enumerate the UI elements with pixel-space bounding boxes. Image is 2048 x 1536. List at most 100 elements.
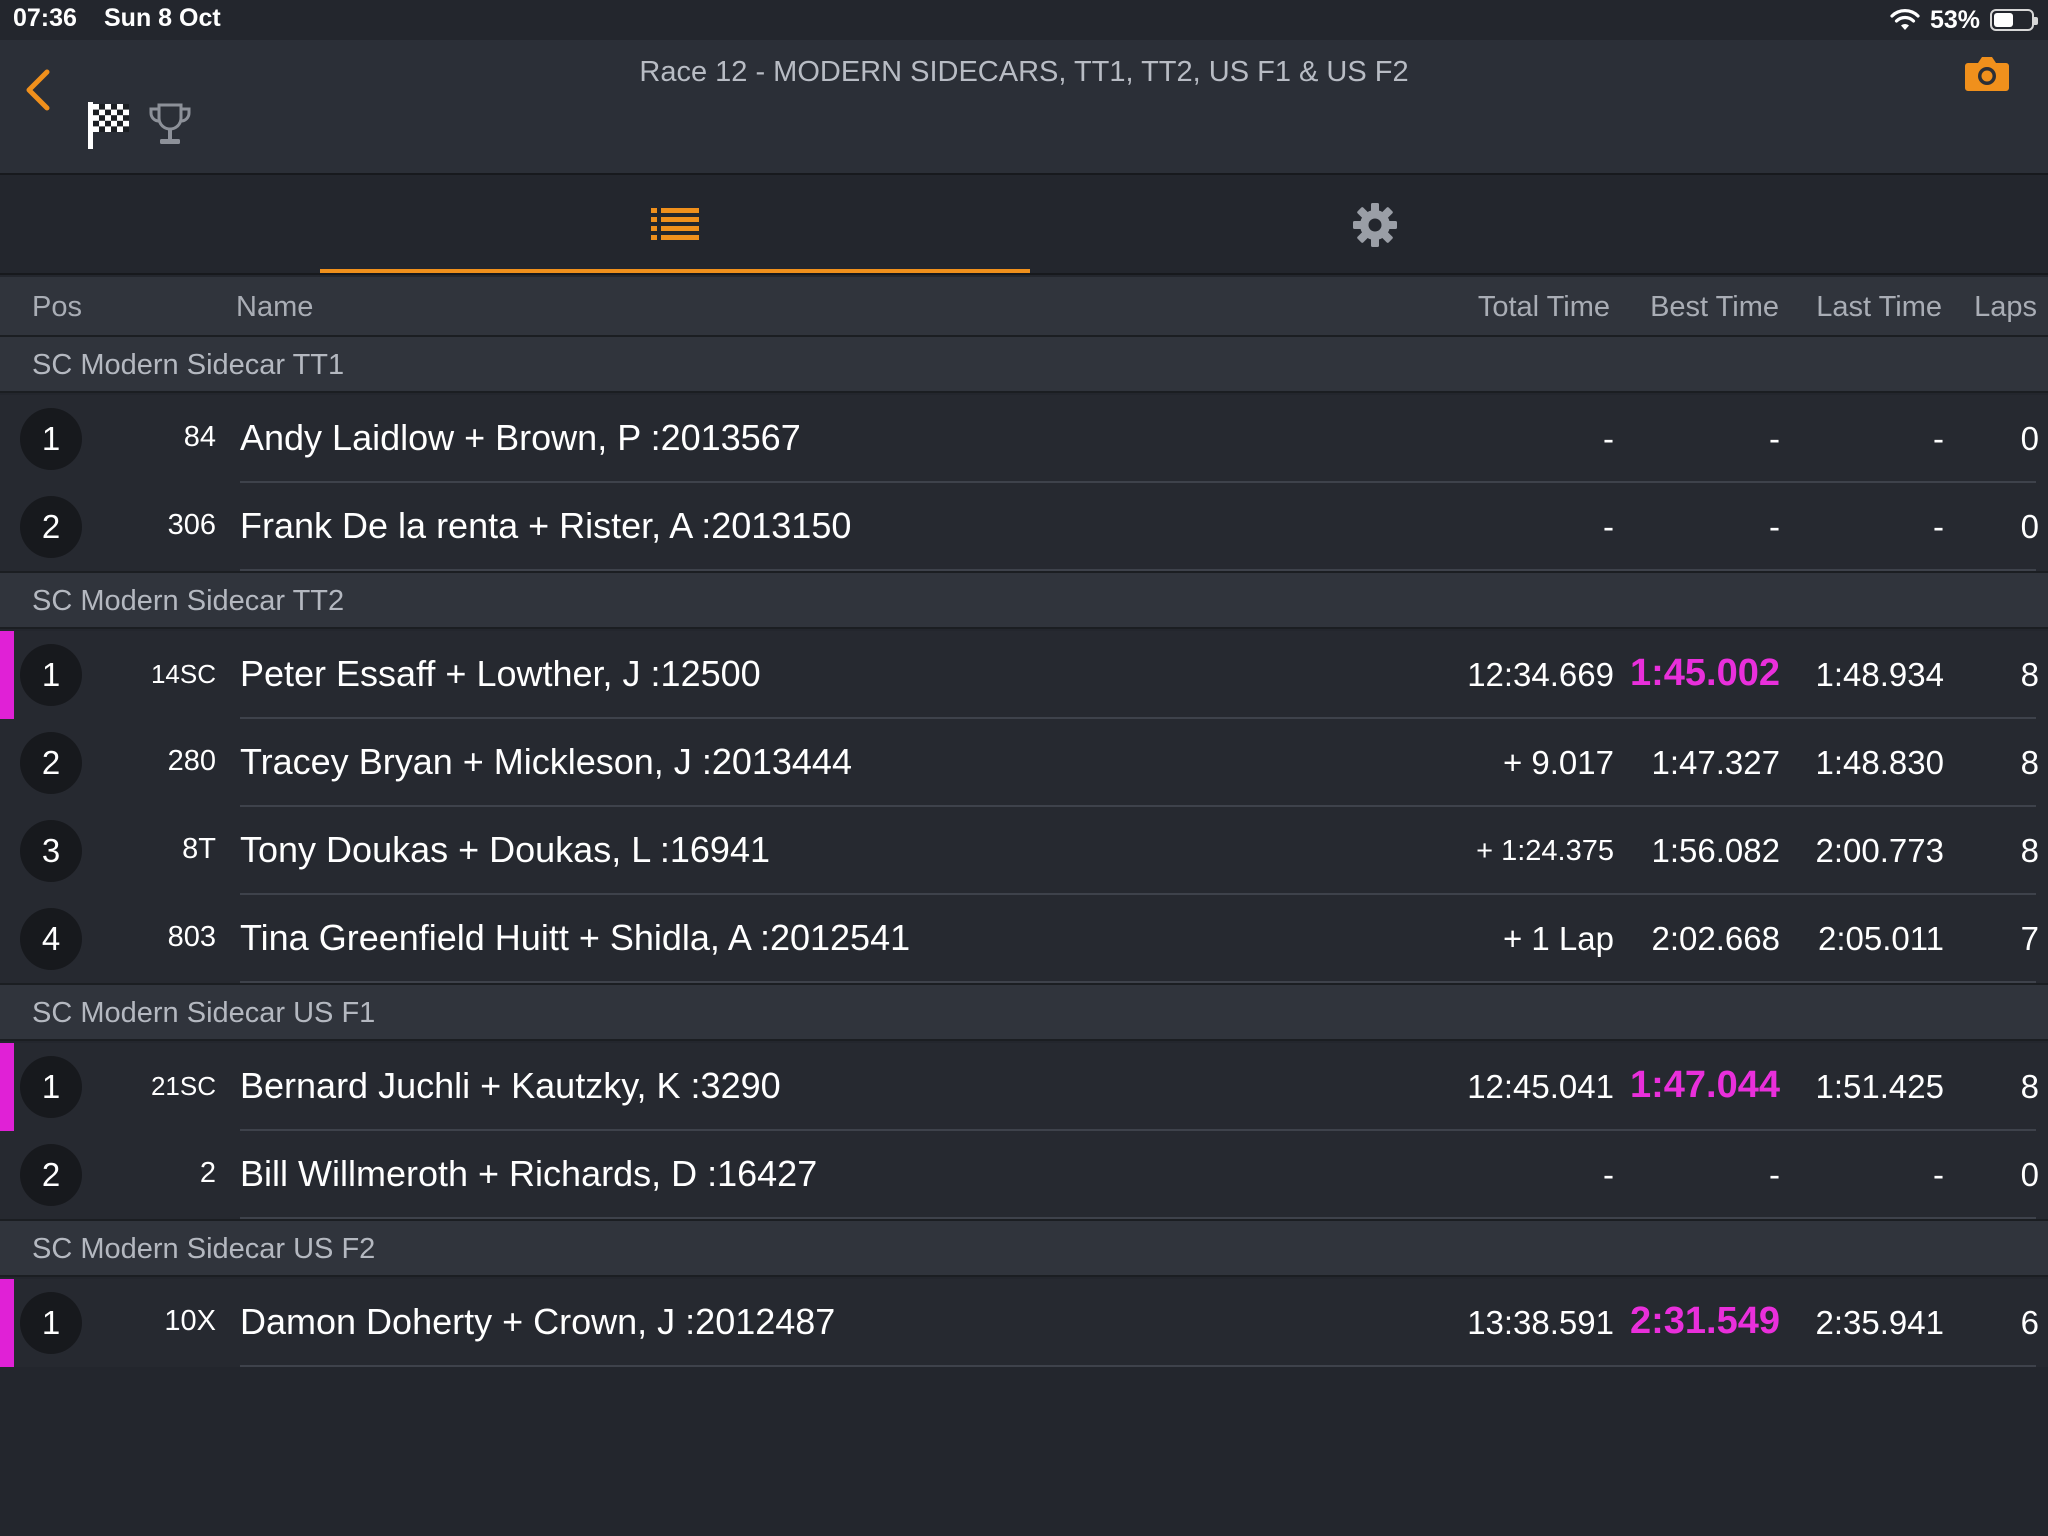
car-number: 280	[167, 745, 216, 777]
result-row[interactable]: 2 306 Frank De la renta + Rister, A :20131…	[0, 483, 2048, 571]
total-time: -	[1603, 508, 1614, 545]
position-badge: 2	[20, 496, 82, 558]
result-row[interactable]: 3 8T Tony Doukas + Doukas, L :16941 + 1:24.…	[0, 807, 2048, 895]
best-time: 1:47.327	[1651, 744, 1780, 781]
checkered-flag-icon[interactable]	[86, 100, 132, 150]
camera-icon[interactable]	[1964, 53, 2010, 93]
column-pos[interactable]: Pos	[32, 291, 82, 324]
status-indicators: 53%	[1890, 4, 2038, 36]
car-number: 2	[199, 1157, 216, 1189]
last-time: -	[1933, 420, 1944, 457]
section-label: SC Modern Sidecar US F1	[32, 997, 376, 1029]
result-row[interactable]: 2 2 Bill Willmeroth + Richards, D :16427 - -…	[0, 1131, 2048, 1219]
header: Race 12 - MODERN SIDECARS, TT1, TT2, US …	[0, 40, 2048, 175]
section-header: SC Modern Sidecar US F1	[0, 983, 2048, 1041]
car-number: 21SC	[150, 1071, 216, 1101]
battery-icon	[1990, 9, 2038, 31]
best-time: 1:56.082	[1651, 832, 1780, 869]
rider-name: Bill Willmeroth + Richards, D :16427	[240, 1153, 818, 1194]
laps-count: 8	[2020, 832, 2039, 869]
total-time: 13:38.591	[1467, 1304, 1614, 1341]
result-row[interactable]: 1 14SC Peter Essaff + Lowther, J :12500 12:…	[0, 631, 2048, 719]
result-row[interactable]: 2 280 Tracey Bryan + Mickleson, J :2013444…	[0, 719, 2048, 807]
laps-count: 8	[2020, 656, 2039, 693]
best-time: 2:31.549	[1629, 1300, 1780, 1342]
laps-count: 8	[2020, 744, 2039, 781]
total-time: + 1 Lap	[1502, 920, 1614, 957]
result-row[interactable]: 1 84 Andy Laidlow + Brown, P :2013567 - - - 0	[0, 395, 2048, 483]
best-time: 1:47.044	[1629, 1064, 1780, 1106]
result-row[interactable]: 1 21SC Bernard Juchli + Kautzky, K :3290 12…	[0, 1043, 2048, 1131]
battery-level	[1994, 13, 2013, 27]
tab-settings[interactable]	[1030, 177, 1720, 273]
position-badge: 1	[20, 408, 82, 470]
car-number: 306	[167, 509, 216, 541]
leader-marker	[0, 1043, 14, 1131]
section-label: SC Modern Sidecar US F2	[32, 1233, 376, 1265]
total-time: -	[1603, 420, 1614, 457]
laps-count: 0	[2020, 420, 2039, 457]
laps-count: 7	[2020, 920, 2039, 957]
position-badge: 4	[20, 908, 82, 970]
last-time: 1:51.425	[1815, 1068, 1944, 1105]
position-badge: 2	[20, 1144, 82, 1206]
trophy-icon[interactable]	[148, 102, 192, 148]
best-time: -	[1769, 1156, 1780, 1193]
section-header: SC Modern Sidecar TT1	[0, 335, 2048, 393]
section-label: SC Modern Sidecar TT2	[32, 585, 345, 617]
section-label: SC Modern Sidecar TT1	[32, 349, 345, 381]
result-row[interactable]: 1 10X Damon Doherty + Crown, J :2012487 13:…	[0, 1279, 2048, 1367]
best-time: 1:45.002	[1629, 652, 1780, 694]
rider-name: Frank De la renta + Rister, A :2013150	[240, 505, 852, 546]
table-header: Pos Name Total Time Best Time Last Time …	[0, 277, 2048, 335]
car-number: 10X	[164, 1305, 216, 1337]
position-badge: 1	[20, 644, 82, 706]
rider-name: Tina Greenfield Huitt + Shidla, A :20125…	[240, 917, 911, 958]
last-time: 2:00.773	[1815, 832, 1944, 869]
section-header: SC Modern Sidecar TT2	[0, 571, 2048, 629]
last-time: -	[1933, 508, 1944, 545]
rider-name: Tony Doukas + Doukas, L :16941	[240, 829, 770, 870]
rider-name: Damon Doherty + Crown, J :2012487	[240, 1301, 836, 1342]
car-number: 803	[167, 921, 216, 953]
car-number: 14SC	[150, 659, 216, 689]
rider-name: Andy Laidlow + Brown, P :2013567	[240, 417, 801, 458]
column-total-time[interactable]: Total Time	[1478, 291, 1610, 324]
status-date: Sun 8 Oct	[104, 4, 221, 32]
last-time: 2:35.941	[1815, 1304, 1944, 1341]
gear-icon	[1353, 203, 1397, 247]
rider-name: Tracey Bryan + Mickleson, J :2013444	[240, 741, 852, 782]
position-badge: 1	[20, 1292, 82, 1354]
tab-bar	[0, 177, 2048, 275]
total-time: + 9.017	[1502, 744, 1614, 781]
total-time: + 1:24.375	[1476, 835, 1614, 867]
position-badge: 2	[20, 732, 82, 794]
total-time: -	[1603, 1156, 1614, 1193]
status-bar: 07:36 Sun 8 Oct 53%	[0, 0, 2048, 40]
column-last-time[interactable]: Last Time	[1816, 291, 1942, 324]
page-title: Race 12 - MODERN SIDECARS, TT1, TT2, US …	[639, 56, 1409, 88]
rider-name: Peter Essaff + Lowther, J :12500	[240, 653, 761, 694]
best-time: -	[1769, 420, 1780, 457]
laps-count: 0	[2020, 1156, 2039, 1193]
laps-count: 0	[2020, 508, 2039, 545]
total-time: 12:34.669	[1467, 656, 1614, 693]
leader-marker	[0, 1279, 14, 1367]
last-time: 1:48.934	[1815, 656, 1944, 693]
last-time: 1:48.830	[1815, 744, 1944, 781]
best-time: -	[1769, 508, 1780, 545]
column-laps[interactable]: Laps	[1974, 291, 2037, 324]
section-header: SC Modern Sidecar US F2	[0, 1219, 2048, 1277]
leader-marker	[0, 631, 14, 719]
column-name[interactable]: Name	[236, 291, 313, 324]
total-time: 12:45.041	[1467, 1068, 1614, 1105]
status-time: 07:36	[13, 4, 77, 32]
position-badge: 1	[20, 1056, 82, 1118]
result-row[interactable]: 4 803 Tina Greenfield Huitt + Shidla, A :2…	[0, 895, 2048, 983]
list-icon	[651, 208, 699, 240]
tab-results-list[interactable]	[320, 177, 1030, 273]
column-best-time[interactable]: Best Time	[1650, 291, 1779, 324]
best-time: 2:02.668	[1651, 920, 1780, 957]
laps-count: 8	[2020, 1068, 2039, 1105]
car-number: 84	[183, 421, 216, 453]
